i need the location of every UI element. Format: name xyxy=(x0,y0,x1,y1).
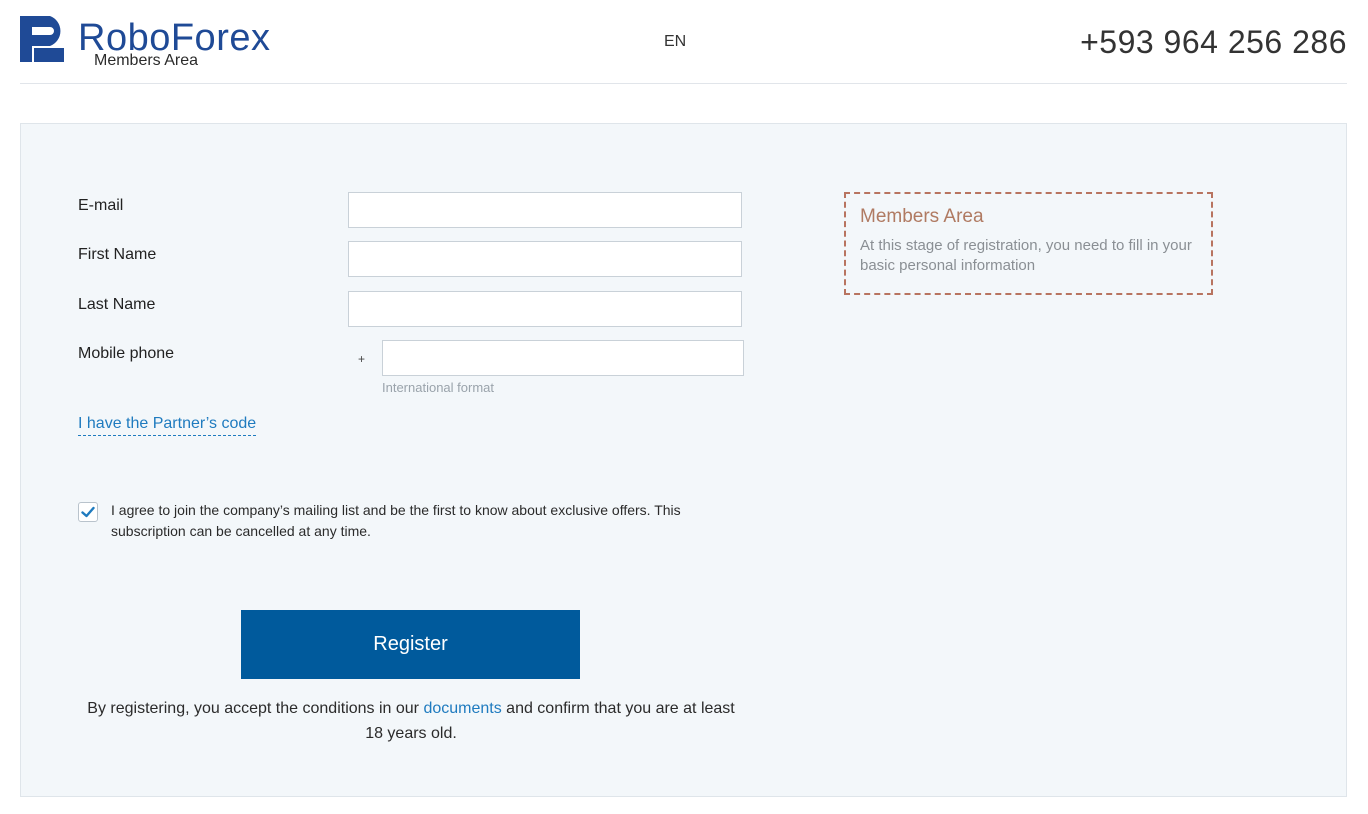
partner-code-link[interactable]: I have the Partner’s code xyxy=(78,415,257,436)
checkmark-icon xyxy=(81,506,95,518)
mailing-list-checkbox[interactable] xyxy=(78,502,98,522)
phone-number[interactable]: +593 964 256 286 xyxy=(1080,24,1347,61)
terms-text-before: By registering, you accept the condition… xyxy=(87,700,424,717)
header: RoboForex Members Area EN +593 964 256 2… xyxy=(20,0,1347,84)
terms-text: By registering, you accept the condition… xyxy=(78,696,744,746)
logo[interactable]: RoboForex Members Area xyxy=(20,16,270,69)
first-name-label: First Name xyxy=(78,246,157,263)
roboforex-logo-icon xyxy=(20,16,64,62)
email-field[interactable] xyxy=(348,192,742,228)
language-selector[interactable]: EN xyxy=(664,33,686,51)
register-button[interactable]: Register xyxy=(241,610,580,679)
mobile-phone-field[interactable] xyxy=(382,340,744,376)
registration-panel: E-mail First Name Last Name Mobile phone… xyxy=(20,123,1347,797)
first-name-field[interactable] xyxy=(348,241,742,277)
brand-subtitle: Members Area xyxy=(94,52,199,69)
last-name-field[interactable] xyxy=(348,291,742,327)
last-name-label: Last Name xyxy=(78,296,156,313)
documents-link[interactable]: documents xyxy=(423,700,501,717)
mobile-phone-label: Mobile phone xyxy=(78,345,175,362)
members-area-info-box: Members Area At this stage of registrati… xyxy=(844,192,1213,295)
email-label: E-mail xyxy=(78,197,124,214)
phone-prefix: + xyxy=(358,352,366,366)
info-text: At this stage of registration, you need … xyxy=(860,237,1192,274)
info-title: Members Area xyxy=(860,206,984,227)
phone-format-hint: International format xyxy=(382,380,495,395)
mailing-list-text: I agree to join the company’s mailing li… xyxy=(111,502,681,539)
